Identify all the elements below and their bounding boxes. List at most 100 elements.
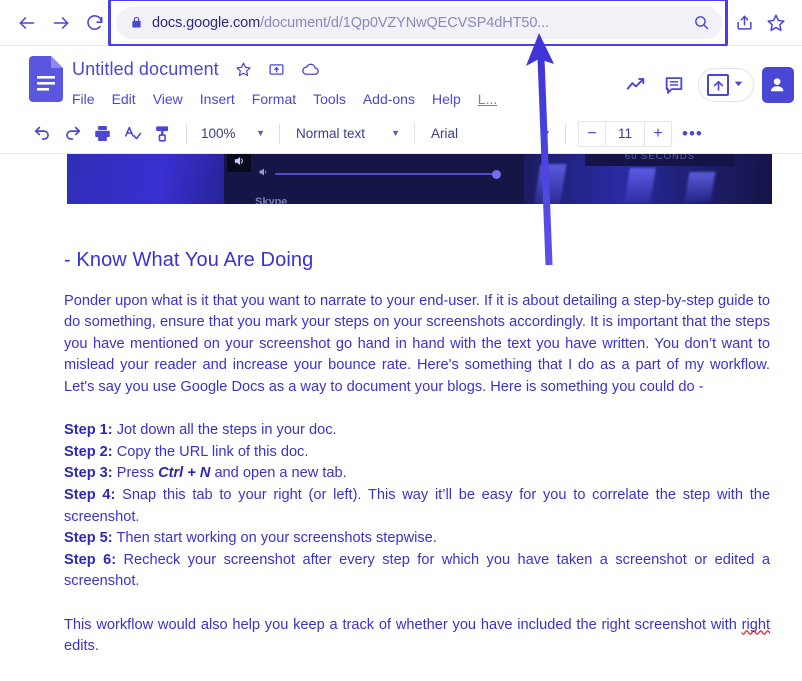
comment-bubble-icon (665, 77, 683, 94)
volume-loud-icon (234, 156, 243, 166)
folder-move-icon (269, 63, 284, 75)
print-button[interactable] (88, 120, 116, 148)
embedded-label-60-seconds: 60 SECONDS (585, 154, 735, 166)
toolbar-divider (414, 123, 415, 144)
document-canvas: Skype 60 SECONDS ▾ - Know What You Are D… (0, 154, 802, 681)
step-label: Step 3: (64, 465, 113, 482)
step-text: Press (112, 465, 159, 482)
step-item-2: Step 2: Copy the URL link of this doc. (64, 442, 770, 464)
embedded-video-screenshot[interactable]: Skype 60 SECONDS ▾ (67, 154, 772, 204)
forward-button[interactable] (44, 6, 78, 40)
step-item-5: Step 5: Then start working on your scree… (64, 528, 770, 550)
embedded-caption-skype: Skype (255, 196, 288, 204)
font-size-stepper: − 11 + (578, 120, 672, 147)
zoom-dropdown[interactable]: 100% ▼ (197, 121, 269, 147)
docs-title-and-menu: Untitled document File Edit View Insert … (72, 54, 618, 111)
step-text: Jot down all the steps in your doc. (112, 422, 337, 439)
step-label: Step 4: (64, 486, 116, 503)
volume-slider[interactable] (275, 170, 501, 179)
upload-box-icon (707, 74, 729, 96)
undo-button[interactable] (28, 120, 56, 148)
document-body-text[interactable]: - Know What You Are Doing Ponder upon wh… (64, 249, 770, 658)
step-item-3: Step 3: Press Ctrl + N and open a new ta… (64, 463, 770, 485)
step-item-6: Step 6: Recheck your screenshot after ev… (64, 550, 770, 593)
star-icon[interactable] (235, 61, 252, 78)
address-bar-container: docs.google.com/document/d/1Qp0VZYNwQECV… (108, 0, 728, 47)
zoom-value: 100% (201, 126, 236, 141)
browser-toolbar: docs.google.com/document/d/1Qp0VZYNwQECV… (0, 0, 802, 47)
spellcheck-icon (124, 126, 141, 140)
volume-icon (257, 166, 270, 181)
document-title-row: Untitled document (72, 56, 618, 82)
paint-format-button[interactable] (148, 120, 176, 148)
menu-item-insert[interactable]: Insert (200, 91, 235, 107)
menu-item-tools[interactable]: Tools (313, 91, 346, 107)
address-bar[interactable]: docs.google.com/document/d/1Qp0VZYNwQECV… (116, 6, 722, 39)
share-page-button[interactable] (728, 7, 760, 39)
step-text: Recheck your screenshot after every step… (64, 551, 770, 590)
chevron-down-icon: ▼ (256, 128, 265, 138)
undo-icon (34, 126, 49, 140)
paragraph-style-value: Normal text (296, 126, 366, 141)
increase-font-size-button[interactable]: + (645, 122, 671, 146)
volume-slider-handle[interactable] (492, 170, 501, 179)
step-text: Copy the URL link of this doc. (112, 443, 309, 460)
step-label: Step 5: (64, 530, 113, 547)
toolbar-divider (186, 123, 187, 144)
menu-item-view[interactable]: View (153, 91, 183, 107)
redo-button[interactable] (58, 120, 86, 148)
chevron-down-icon[interactable] (733, 76, 744, 94)
bookmark-button[interactable] (760, 7, 792, 39)
comment-icon[interactable] (656, 67, 692, 103)
step-label: Step 2: (64, 443, 113, 460)
toolbar-divider (565, 123, 566, 144)
step-label: Step 6: (64, 551, 117, 568)
toolbar-divider (279, 123, 280, 144)
caret-down-icon (734, 81, 743, 87)
activity-dashboard-icon[interactable] (618, 67, 654, 103)
steps-list: Step 1: Jot down all the steps in your d… (64, 420, 770, 593)
present-share-control[interactable] (698, 68, 754, 102)
menu-item-last-edit[interactable]: L... (478, 91, 497, 107)
lock-icon (130, 15, 143, 30)
font-family-value: Arial (431, 126, 459, 141)
document-heading: - Know What You Are Doing (64, 249, 314, 271)
address-bar-text: docs.google.com/document/d/1Qp0VZYNwQECV… (152, 15, 685, 31)
paragraph-style-dropdown[interactable]: Normal text ▼ (292, 121, 404, 147)
spellcheck-button[interactable] (118, 120, 146, 148)
search-icon[interactable] (693, 14, 710, 31)
paragraph-2-lead: This workflow would also help you keep a… (64, 616, 742, 633)
reload-button[interactable] (78, 6, 112, 40)
more-options-button[interactable]: ••• (682, 125, 703, 142)
move-to-folder-icon[interactable] (268, 61, 285, 78)
share-button[interactable] (762, 67, 794, 103)
share-icon (736, 15, 752, 30)
font-family-dropdown[interactable]: Arial ▼ (427, 121, 555, 147)
misspelled-word[interactable]: right (742, 617, 770, 633)
cloud-icon (301, 63, 319, 75)
url-domain: docs.google.com (152, 14, 261, 31)
cloud-saved-icon (301, 60, 320, 79)
menu-item-format[interactable]: Format (252, 91, 296, 107)
docs-menu-bar: File Edit View Insert Format Tools Add-o… (72, 87, 618, 111)
reload-icon (87, 14, 103, 30)
menu-item-edit[interactable]: Edit (112, 91, 136, 107)
speaker-icon (227, 154, 251, 172)
document-page[interactable]: Skype 60 SECONDS ▾ - Know What You Are D… (0, 154, 802, 681)
trending-up-icon (626, 78, 645, 90)
menu-item-help[interactable]: Help (432, 91, 461, 107)
step-item-1: Step 1: Jot down all the steps in your d… (64, 420, 770, 442)
font-size-value[interactable]: 11 (605, 121, 645, 146)
menu-item-add-ons[interactable]: Add-ons (363, 91, 415, 107)
document-title[interactable]: Untitled document (72, 59, 219, 80)
step-text: Then start working on your screenshots s… (112, 530, 437, 547)
decrease-font-size-button[interactable]: − (579, 122, 605, 146)
menu-item-file[interactable]: File (72, 91, 95, 107)
document-paragraph-2: This workflow would also help you keep a… (64, 615, 770, 658)
back-button[interactable] (10, 6, 44, 40)
chevron-down-icon: ▼ (391, 128, 400, 138)
step-item-4: Step 4: Snap this tab to your right (or … (64, 485, 770, 528)
redo-icon (65, 126, 80, 140)
url-path: /document/d/1Qp0VZYNwQECVSP4dHT50... (260, 14, 550, 31)
